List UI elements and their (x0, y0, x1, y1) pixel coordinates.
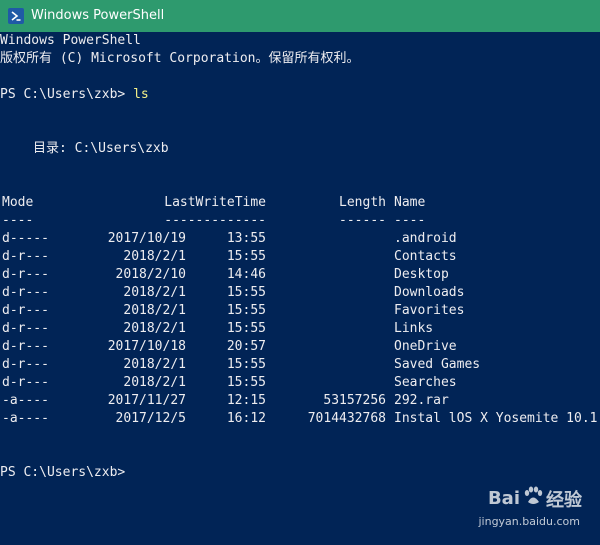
table-row: d-r--- 2017/10/18 20:57 OneDrive (0, 338, 600, 356)
row-name: .android (394, 231, 457, 246)
row-name: Downloads (394, 285, 465, 300)
table-row: d-r--- 2018/2/1 15:55 Contacts (0, 248, 600, 266)
row-time: 12:15 (226, 393, 266, 408)
row-mode: -a---- (2, 411, 49, 426)
column-header-name: Name (394, 195, 426, 210)
table-row: d-r--- 2018/2/1 15:55 Searches (0, 374, 600, 392)
row-name: Desktop (394, 267, 449, 282)
row-mode: d-r--- (2, 285, 49, 300)
row-time: 15:55 (226, 285, 266, 300)
column-header-mode: Mode (2, 195, 34, 210)
row-name: Favorites (394, 303, 465, 318)
prompt-text: PS C:\Users\zxb> (0, 87, 134, 102)
row-time: 13:55 (226, 231, 266, 246)
row-mode: -a---- (2, 393, 49, 408)
row-name: Links (394, 321, 434, 336)
window-title: Windows PowerShell (31, 8, 165, 23)
row-time: 15:55 (226, 303, 266, 318)
row-date: 2018/2/1 (123, 303, 186, 318)
powershell-icon (8, 8, 24, 24)
prompt-line-1: PS C:\Users\zxb> ls (0, 86, 600, 104)
row-time: 16:12 (226, 411, 266, 426)
table-row: d-r--- 2018/2/1 15:55 Links (0, 320, 600, 338)
underline-mode: ---- (2, 213, 34, 228)
underline-lastwritetime: ------------- (164, 213, 266, 228)
column-underline-row: ---- ------------- ------ ---- (0, 212, 600, 230)
row-time: 15:55 (226, 321, 266, 336)
console-area[interactable]: Windows PowerShell 版权所有 (C) Microsoft Co… (0, 32, 600, 545)
row-time: 20:57 (226, 339, 266, 354)
row-name: Instal lOS X Yosemite 10.1 (394, 411, 598, 426)
row-mode: d-r--- (2, 339, 49, 354)
row-time: 15:55 (226, 249, 266, 264)
row-name: Contacts (394, 249, 457, 264)
title-bar[interactable]: Windows PowerShell (0, 0, 600, 32)
table-row: -a---- 2017/12/5 16:12 7014432768 Instal… (0, 410, 600, 428)
row-length: 53157256 (323, 393, 386, 408)
row-name: Saved Games (394, 357, 481, 372)
column-header-length: Length (339, 195, 386, 210)
row-name: Searches (394, 375, 457, 390)
row-date: 2018/2/10 (115, 267, 186, 282)
table-row: d-r--- 2018/2/1 15:55 Downloads (0, 284, 600, 302)
row-date: 2018/2/1 (123, 357, 186, 372)
table-row: d----- 2017/10/19 13:55 .android (0, 230, 600, 248)
table-row: -a---- 2017/11/27 12:15 53157256 292.rar (0, 392, 600, 410)
row-time: 15:55 (226, 375, 266, 390)
row-mode: d-r--- (2, 267, 49, 282)
column-header-lastwritetime: LastWriteTime (164, 195, 266, 210)
underline-name: ---- (394, 213, 426, 228)
row-date: 2017/11/27 (107, 393, 186, 408)
table-row: d-r--- 2018/2/1 15:55 Saved Games (0, 356, 600, 374)
header-line-2: 版权所有 (C) Microsoft Corporation。保留所有权利。 (0, 51, 360, 66)
prompt-line-2: PS C:\Users\zxb> (0, 465, 126, 480)
command-text: ls (133, 87, 149, 102)
row-date: 2017/10/18 (107, 339, 186, 354)
header-line-1: Windows PowerShell (0, 33, 141, 48)
underline-length: ------ (339, 213, 386, 228)
directory-line: 目录: C:\Users\zxb (33, 141, 169, 156)
row-length: 7014432768 (307, 411, 386, 426)
row-date: 2018/2/1 (123, 375, 186, 390)
row-mode: d-r--- (2, 357, 49, 372)
row-name: 292.rar (394, 393, 449, 408)
table-row: d-r--- 2018/2/1 15:55 Favorites (0, 302, 600, 320)
table-row: d-r--- 2018/2/10 14:46 Desktop (0, 266, 600, 284)
column-header-row: Mode LastWriteTime Length Name (0, 194, 600, 212)
row-time: 14:46 (226, 267, 266, 282)
row-date: 2018/2/1 (123, 285, 186, 300)
row-mode: d-r--- (2, 321, 49, 336)
row-mode: d----- (2, 231, 49, 246)
row-date: 2018/2/1 (123, 249, 186, 264)
powershell-window: Windows PowerShell Windows PowerShell 版权… (0, 0, 600, 545)
row-date: 2018/2/1 (123, 321, 186, 336)
row-name: OneDrive (394, 339, 457, 354)
row-mode: d-r--- (2, 375, 49, 390)
row-mode: d-r--- (2, 303, 49, 318)
row-time: 15:55 (226, 357, 266, 372)
row-date: 2017/12/5 (115, 411, 186, 426)
row-date: 2017/10/19 (107, 231, 186, 246)
row-mode: d-r--- (2, 249, 49, 264)
